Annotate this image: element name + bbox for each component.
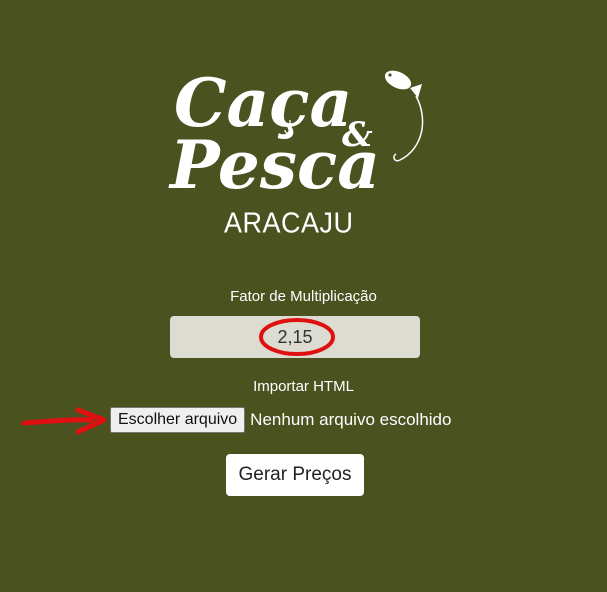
logo-city: ARACAJU — [224, 207, 354, 239]
red-arrow-annotation — [21, 407, 107, 435]
factor-label: Fator de Multiplicação — [230, 288, 377, 305]
fishing-line-icon — [399, 95, 424, 161]
fishing-hook-icon — [393, 153, 401, 162]
choose-file-button[interactable]: Escolher arquivo — [110, 407, 246, 433]
fish-icon — [384, 70, 422, 98]
file-status: Nenhum arquivo escolhido — [250, 410, 452, 429]
file-picker: Escolher arquivo Nenhum arquivo escolhid… — [110, 407, 451, 433]
factor-input[interactable] — [170, 316, 420, 358]
import-label: Importar HTML — [253, 378, 354, 395]
logo-line-pesca: Pesca — [168, 126, 380, 204]
generate-prices-button[interactable]: Gerar Preços — [226, 454, 364, 496]
